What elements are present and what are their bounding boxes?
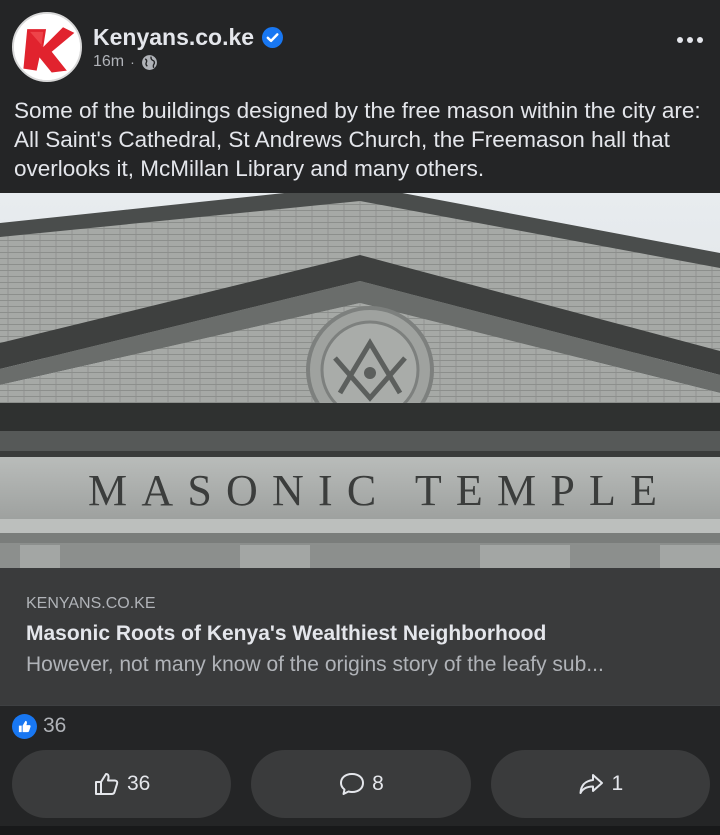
like-button[interactable]: 36 (12, 750, 232, 818)
link-title: Masonic Roots of Kenya's Wealthiest Neig… (26, 622, 547, 645)
more-options-dot (697, 37, 703, 43)
link-domain: KENYANS.CO.KE (26, 595, 156, 612)
like-count: 36 (126, 772, 151, 795)
page-avatar[interactable] (12, 12, 82, 82)
more-options-button[interactable] (670, 30, 710, 50)
share-button[interactable]: 1 (490, 750, 710, 818)
action-bar: 36 8 1 (12, 750, 710, 818)
post-header: Kenyans.co.ke 16m · (0, 0, 720, 90)
more-options-dot (687, 37, 693, 43)
link-description: However, not many know of the origins st… (26, 653, 604, 676)
post-time[interactable]: 16m (93, 53, 124, 71)
photo-inscription: MASONIC TEMPLE (88, 466, 663, 515)
reaction-count: 36 (43, 714, 67, 737)
divider (0, 705, 720, 706)
masonic-temple-image: MASONIC TEMPLE (0, 193, 720, 568)
kenyans-logo-icon (14, 14, 80, 80)
post-photo[interactable]: MASONIC TEMPLE (0, 193, 720, 568)
share-count: 1 (611, 772, 624, 795)
meta-separator: · (130, 54, 135, 70)
post-caption: Some of the buildings designed by the fr… (14, 98, 701, 181)
feed-separator (0, 826, 720, 835)
page-name[interactable]: Kenyans.co.ke (93, 24, 254, 51)
link-preview[interactable]: KENYANS.CO.KE Masonic Roots of Kenya's W… (0, 568, 720, 705)
thumbs-up-icon (94, 773, 119, 795)
globe-icon (141, 54, 157, 70)
comment-button[interactable]: 8 (251, 750, 471, 818)
facebook-post: Kenyans.co.ke 16m · Some of the building… (0, 0, 720, 835)
verified-badge-icon (262, 27, 283, 48)
reaction-summary[interactable]: 36 (12, 713, 66, 739)
comment-count: 8 (372, 772, 384, 795)
more-options-icon (677, 37, 683, 43)
like-reaction-icon (12, 713, 37, 739)
comment-icon (340, 773, 365, 795)
post-meta: 16m · (93, 53, 158, 71)
share-icon (579, 774, 604, 794)
